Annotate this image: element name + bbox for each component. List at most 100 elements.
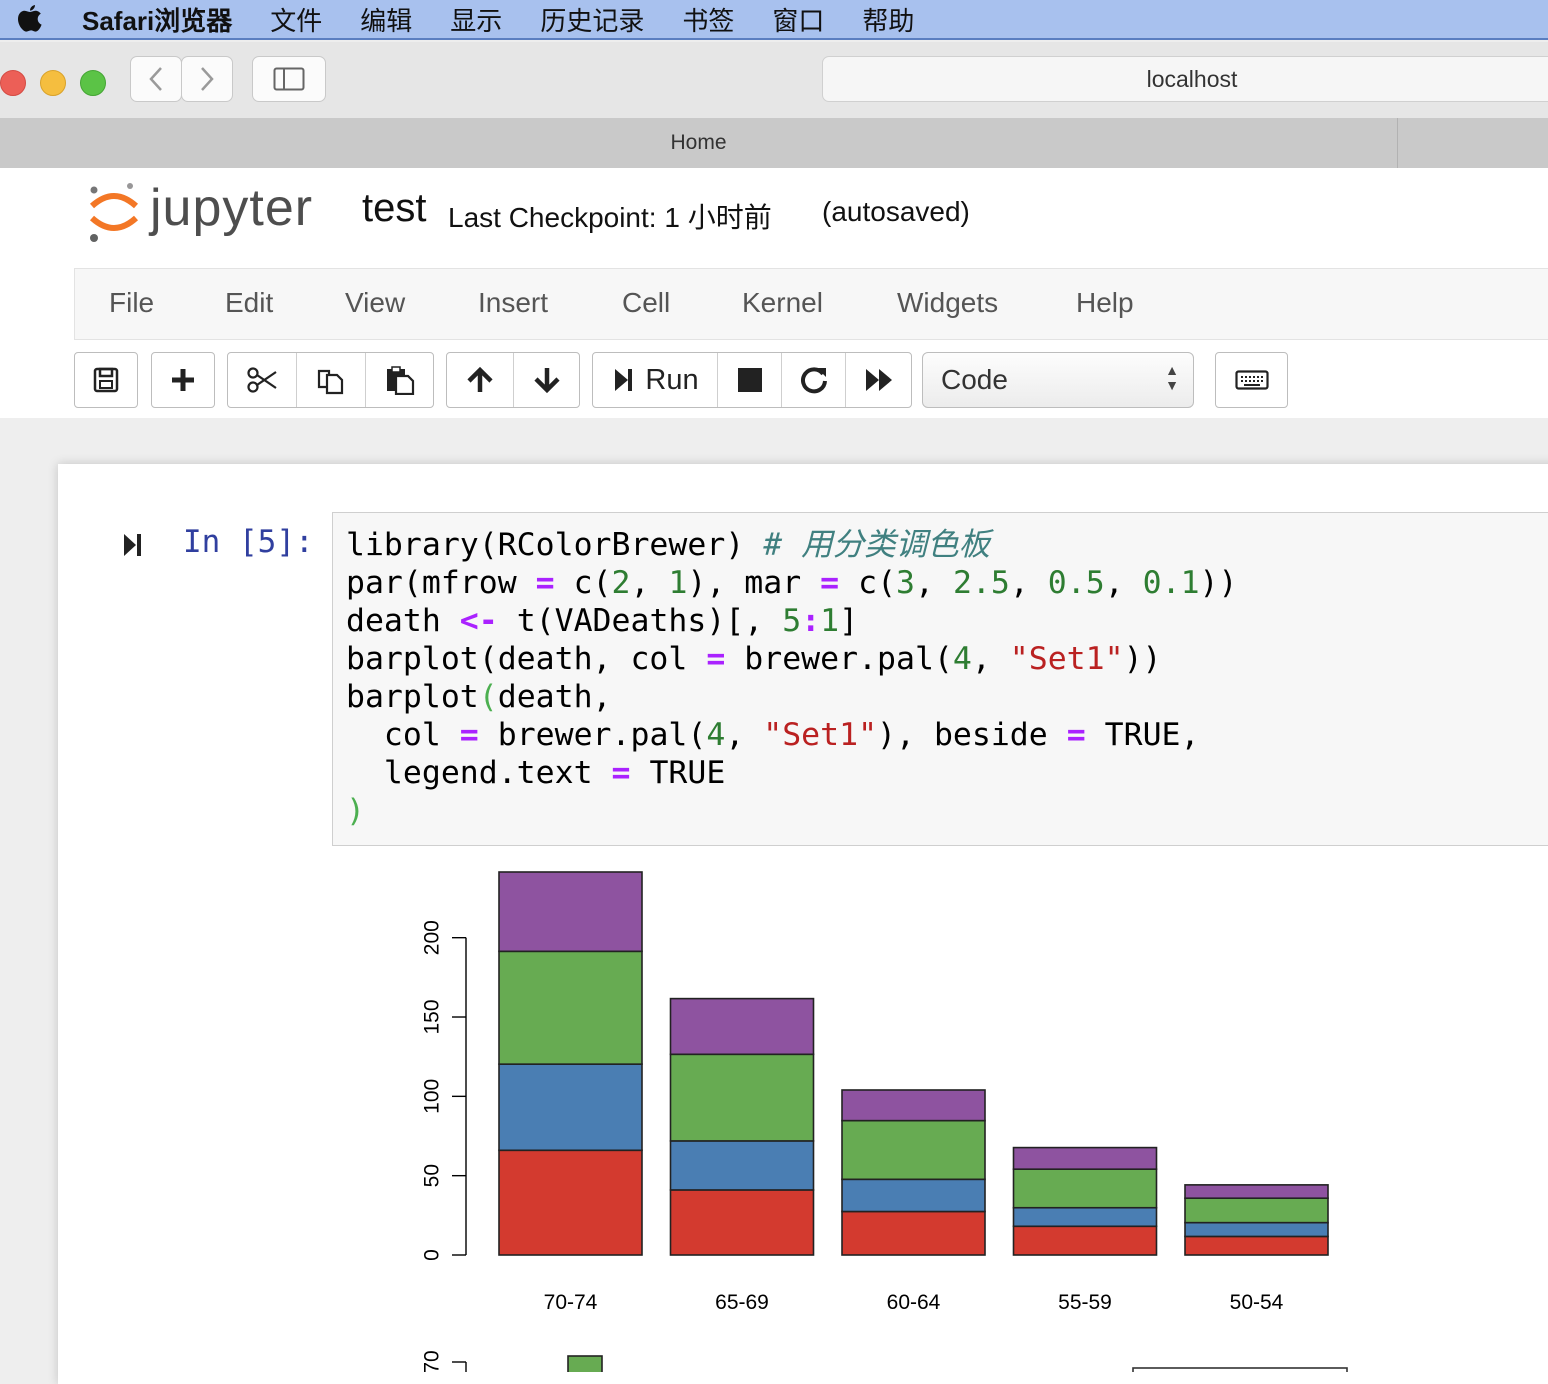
copy-icon [317, 369, 344, 395]
keyboard-shortcuts-button[interactable] [1216, 353, 1287, 407]
interrupt-button[interactable] [718, 353, 782, 407]
chevron-right-icon [201, 67, 214, 91]
zoom-window-button[interactable] [80, 70, 106, 96]
chevron-left-icon [149, 67, 162, 91]
plot2-legend-box [1132, 1367, 1348, 1372]
toolbar-group-move [446, 352, 580, 408]
bar-segment [841, 1119, 986, 1181]
sidebar-icon [273, 67, 305, 91]
bar-segment [1184, 1235, 1329, 1256]
jmenu-help[interactable]: Help [1076, 287, 1134, 319]
bar-segment [669, 1189, 815, 1256]
paste-icon [386, 366, 414, 395]
jmenu-insert[interactable]: Insert [478, 287, 548, 319]
y-tick-label: 50 [421, 1164, 444, 1187]
arrow-up-icon [467, 366, 493, 392]
checkpoint-status: Last Checkpoint: 1 小时前 [448, 202, 772, 233]
address-text: localhost [1146, 65, 1238, 92]
browser-toolbar: localhost [0, 42, 1548, 119]
move-down-button[interactable] [514, 353, 579, 407]
bar-segment [841, 1089, 986, 1122]
jupyter-logo-icon[interactable] [86, 180, 142, 251]
bar-segment [669, 997, 815, 1056]
cut-button[interactable] [228, 353, 297, 407]
bar-segment [669, 1053, 815, 1142]
paste-button[interactable] [366, 353, 433, 407]
back-button[interactable] [130, 56, 182, 102]
sidebar-toggle-button[interactable] [252, 56, 326, 102]
step-forward-icon [615, 369, 633, 391]
save-button[interactable] [75, 353, 137, 407]
toolbar-group-save [74, 352, 138, 408]
autosave-status: (autosaved) [822, 196, 970, 227]
stop-icon [737, 368, 762, 392]
jmenu-view[interactable]: View [345, 287, 405, 319]
minimize-window-button[interactable] [40, 70, 66, 96]
notebook-name[interactable]: test [362, 186, 426, 231]
jupyter-menubar: File Edit View Insert Cell Kernel Widget… [74, 268, 1548, 340]
menu-edit[interactable]: 编辑 [360, 1, 412, 38]
y-tick-label: 200 [421, 920, 444, 955]
jmenu-file[interactable]: File [109, 287, 154, 319]
cell-type-select[interactable]: Code ▲ ▼ [922, 352, 1194, 408]
plus-icon [172, 369, 194, 391]
menu-view[interactable]: 显示 [450, 1, 502, 38]
jmenu-cell[interactable]: Cell [622, 287, 670, 319]
apple-icon[interactable] [0, 3, 60, 35]
insert-cell-button[interactable] [152, 353, 214, 407]
jupyter-logo-text: jupyter [150, 179, 314, 237]
plot2-y-tick-label: 70 [421, 1350, 444, 1372]
toolbar-group-run: Run [592, 352, 912, 408]
x-tick-label: 65-69 [715, 1291, 769, 1314]
menu-bookmarks[interactable]: 书签 [682, 1, 734, 38]
jmenu-edit[interactable]: Edit [225, 287, 273, 319]
arrow-down-icon [533, 368, 560, 394]
bar-segment [498, 1063, 643, 1152]
tab-home[interactable]: Home [0, 118, 1398, 168]
bar-segment [1012, 1146, 1158, 1170]
toolbar-group-shortcuts [1215, 352, 1288, 408]
jupyter-header: jupyter test Last Checkpoint: 1 小时前 (aut… [0, 168, 1548, 269]
toolbar-group-insert [151, 352, 215, 408]
close-window-button[interactable] [0, 70, 26, 96]
fast-forward-icon [865, 369, 892, 391]
toolbar-group-edit [227, 352, 434, 408]
move-up-button[interactable] [447, 353, 514, 407]
barplot-output: 0 50 100 150 200 70-74 65-69 60-64 55-59 50-54 70 [421, 871, 1348, 1372]
refresh-icon [800, 367, 827, 394]
cell-prompt: In [5]: [183, 524, 314, 560]
jmenu-kernel[interactable]: Kernel [742, 287, 823, 319]
menu-history[interactable]: 历史记录 [540, 1, 644, 38]
run-cell-indicator-icon[interactable] [122, 530, 144, 565]
jmenu-widgets[interactable]: Widgets [897, 287, 998, 319]
keyboard-icon [1234, 370, 1269, 390]
bar-segment [1012, 1206, 1158, 1228]
menu-help[interactable]: 帮助 [862, 1, 914, 38]
copy-button[interactable] [297, 353, 366, 407]
x-tick-label: 55-59 [1058, 1291, 1112, 1314]
y-tick-label: 150 [421, 999, 444, 1034]
menu-window[interactable]: 窗口 [772, 1, 824, 38]
bar-segment [498, 950, 643, 1065]
bar-segment [1012, 1225, 1158, 1256]
menu-file[interactable]: 文件 [270, 1, 322, 38]
run-button[interactable]: Run [593, 353, 718, 407]
y-tick-label: 0 [421, 1249, 444, 1261]
y-tick-label: 100 [421, 1079, 444, 1114]
tab-bar: Home [0, 118, 1548, 169]
menu-safari[interactable]: Safari浏览器 [82, 1, 232, 38]
code-content[interactable]: library(RColorBrewer) # 用分类调色板 par(mfrow… [346, 526, 1237, 830]
restart-run-all-button[interactable] [846, 353, 911, 407]
restart-button[interactable] [782, 353, 846, 407]
bar-segment [1184, 1197, 1329, 1224]
bar-segment [498, 1149, 643, 1256]
bar-segment [1184, 1184, 1329, 1200]
plot2-bar [567, 1355, 603, 1372]
bar-segment [498, 871, 643, 953]
forward-button[interactable] [181, 56, 233, 102]
x-tick-label: 50-54 [1230, 1291, 1284, 1314]
bar-segment [841, 1210, 986, 1256]
jupyter-toolbar: Run Code ▲ ▼ [0, 352, 1548, 408]
bar-segment [1184, 1221, 1329, 1238]
address-bar[interactable]: localhost [822, 56, 1548, 102]
